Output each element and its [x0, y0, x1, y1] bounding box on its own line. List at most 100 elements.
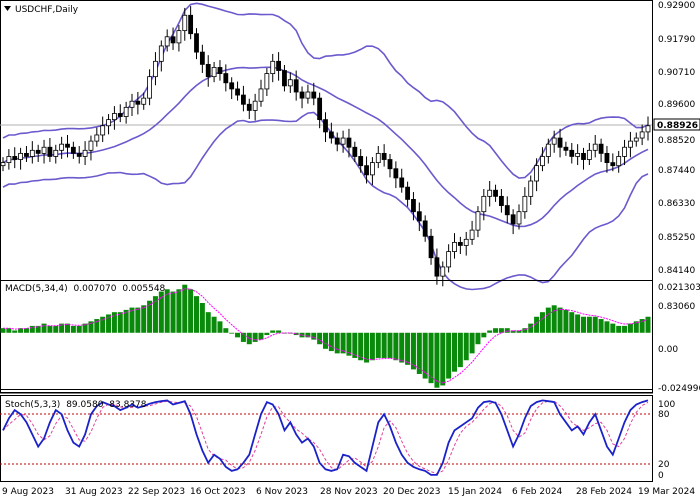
stoch-label: Stoch(5,3,3) 89.0580 83.8378 [5, 400, 147, 410]
macd-bar [53, 325, 59, 333]
candle [598, 138, 604, 162]
macd-bar [176, 289, 182, 333]
candle [510, 209, 516, 235]
candle-body [65, 143, 70, 148]
candle-body [276, 60, 281, 71]
macd-bar [264, 332, 270, 336]
stoch-value-2: 83.8378 [109, 400, 146, 410]
macd-bar [405, 332, 411, 365]
macd-bar [328, 332, 334, 352]
candle [217, 60, 223, 81]
candle [586, 142, 592, 166]
candle-body [399, 177, 405, 188]
macd-panel[interactable]: MACD(5,34,4) 0.007070 0.005548 [0, 280, 653, 394]
macd-bar [440, 332, 446, 386]
candle [457, 236, 463, 255]
candle-body [76, 152, 82, 157]
candle [53, 144, 59, 164]
candle [82, 141, 88, 166]
candle-body [164, 36, 170, 47]
candle [534, 158, 539, 192]
macd-bar [47, 325, 53, 333]
candle [147, 69, 152, 106]
candle-body [59, 143, 65, 151]
candle-body [575, 152, 581, 157]
candle [493, 184, 498, 202]
trading-chart: USDCHF,Daily MACD(5,34,4) 0.007070 0.005… [0, 0, 700, 497]
macd-bar [581, 316, 586, 333]
macd-bar [317, 332, 323, 345]
candle [199, 44, 205, 73]
candle-body [287, 79, 293, 87]
candle-body [422, 220, 428, 237]
bollinger-bands [2, 2, 649, 291]
macd-bar [135, 307, 141, 333]
macd-bar [487, 330, 493, 333]
candle-body [35, 149, 41, 154]
candle-body [270, 60, 276, 74]
macd-bar [252, 332, 258, 342]
candle [563, 141, 569, 156]
candle-body [510, 214, 516, 225]
candle-body [557, 137, 563, 148]
macd-bar [270, 330, 276, 333]
candle-body [639, 131, 645, 139]
candle [346, 128, 352, 158]
candle [100, 116, 106, 143]
chart-title-text: USDCHF,Daily [15, 5, 79, 15]
candle-body [604, 152, 610, 163]
candle [581, 147, 586, 170]
price-tick: 0.87440 [658, 166, 695, 176]
candle-body [528, 180, 534, 197]
candle-body [158, 45, 164, 62]
candle [422, 215, 428, 242]
candle-body [6, 156, 12, 163]
macd-bar [141, 305, 147, 333]
triangle-down-icon[interactable] [4, 6, 11, 11]
date-tick: 28 Nov 2023 [320, 487, 378, 497]
candle [323, 112, 328, 143]
candle [328, 122, 334, 144]
macd-bar [258, 332, 264, 340]
candle-body [217, 67, 223, 74]
date-tick: 28 Feb 2024 [576, 487, 632, 497]
macd-bar [194, 296, 199, 333]
macd-bar [545, 307, 551, 333]
price-tick: 0.85250 [658, 233, 695, 243]
macd-bar [610, 323, 616, 333]
candle [158, 40, 164, 72]
macd-bar [323, 332, 328, 349]
candle-body [645, 125, 651, 133]
candle-body [241, 94, 246, 105]
stoch-tick: 20 [658, 460, 670, 470]
candle-body [405, 186, 410, 200]
macd-bar [399, 332, 405, 363]
candle-body [188, 14, 194, 35]
candle-body [205, 63, 211, 78]
candle [129, 93, 135, 116]
bb-middle-line [2, 66, 649, 228]
candle-body [129, 100, 135, 108]
candle [276, 52, 281, 81]
candle-body [534, 165, 539, 182]
candle [592, 134, 598, 158]
candle-body [416, 211, 422, 222]
candle [241, 85, 246, 112]
candle [106, 114, 111, 135]
macd-bar [164, 289, 170, 333]
candle [76, 146, 82, 164]
candle [469, 220, 475, 245]
candle [299, 86, 305, 109]
candle [557, 128, 563, 158]
date-tick: 19 Mar 2024 [638, 487, 695, 497]
candle-body [235, 88, 240, 96]
stoch-panel[interactable]: Stoch(5,3,3) 89.0580 83.8378 [0, 395, 653, 482]
macd-bar [76, 325, 82, 333]
candle-body [100, 125, 106, 136]
candle-body [135, 100, 141, 105]
macd-histogram [0, 284, 651, 388]
candle [258, 79, 264, 107]
macd-bar [645, 316, 651, 333]
candle-body [493, 189, 498, 197]
candle [416, 202, 422, 232]
